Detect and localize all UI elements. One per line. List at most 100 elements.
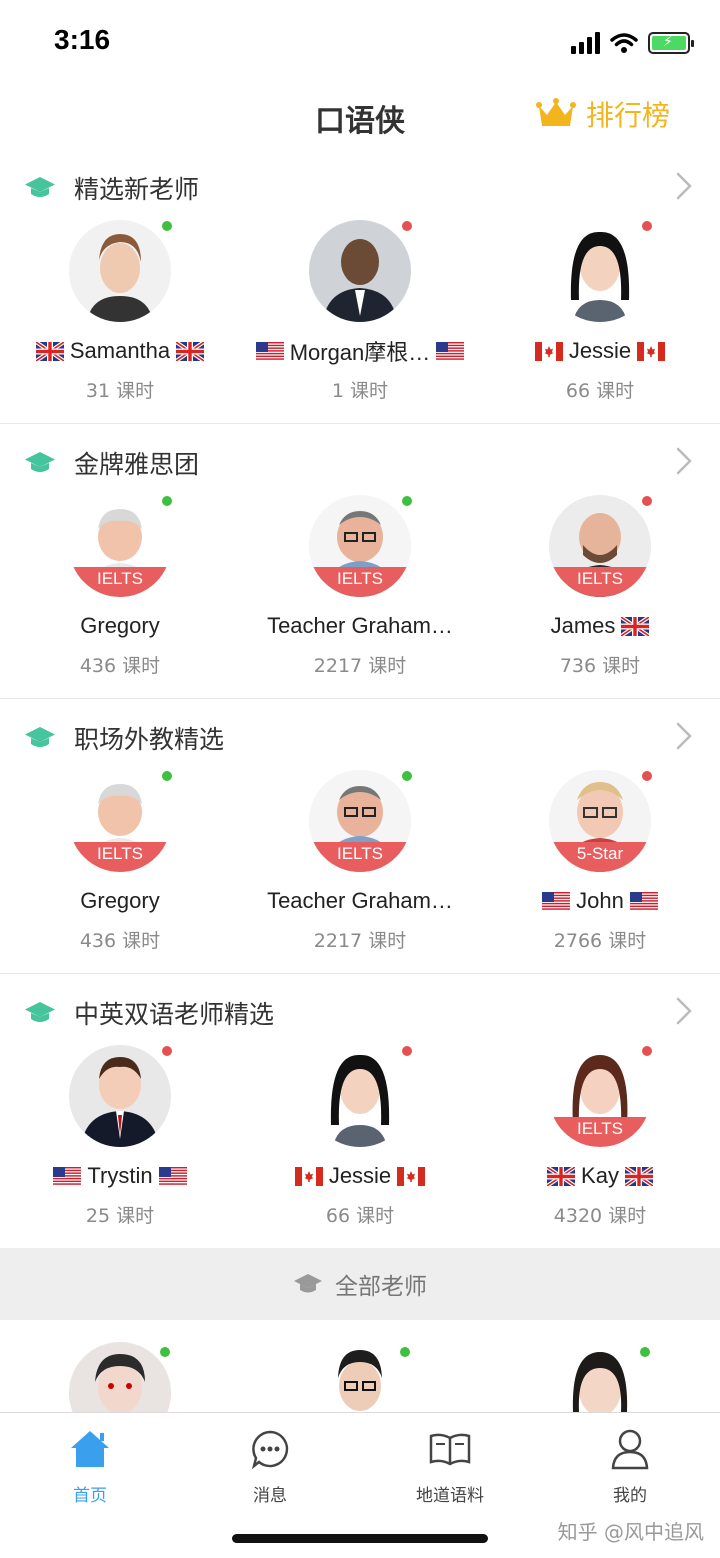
chevron-right-icon[interactable] (676, 722, 692, 750)
online-dot (399, 1346, 411, 1358)
teacher-name-row: Jessie (240, 1159, 480, 1193)
teacher-row: IELTS Gregory 436 课时 IELTS Teacher Graham… 22… (0, 770, 720, 960)
status-dot (641, 1045, 653, 1057)
status-dot (641, 495, 653, 507)
all-teachers-preview (0, 1342, 720, 1414)
teacher-avatar: IELTS (549, 495, 651, 597)
tab-messages[interactable]: 消息 (180, 1425, 360, 1515)
all-teachers-button[interactable]: 全部老师 (0, 1248, 720, 1320)
teacher-name-row: Morgan摩根… (240, 334, 480, 368)
teacher-card[interactable]: Morgan摩根… 1 课时 (240, 220, 480, 410)
teacher-name-row: Teacher Graham… (240, 609, 480, 643)
teacher-name: Kay (581, 1163, 619, 1188)
teacher-avatar (549, 1342, 651, 1414)
section-header[interactable]: 精选新老师 (24, 168, 199, 208)
teacher-card[interactable] (0, 1342, 240, 1414)
teacher-card[interactable]: IELTS Kay 4320 课时 (480, 1045, 720, 1235)
canada-flag-icon (294, 1166, 323, 1186)
wifi-icon (610, 33, 638, 53)
section-title: 中英双语老师精选 (74, 1000, 275, 1029)
status-dot (401, 770, 413, 782)
teacher-card[interactable]: IELTS Gregory 436 课时 (0, 770, 240, 960)
teacher-avatar (309, 1045, 411, 1147)
status-dot (161, 495, 173, 507)
teacher-name-row: James (480, 609, 720, 643)
battery-icon: ⚡ (648, 32, 694, 54)
teacher-avatar: IELTS (69, 495, 171, 597)
teacher-name: Teacher Graham… (267, 888, 453, 913)
teacher-card[interactable] (240, 1342, 480, 1414)
graduation-cap-icon (25, 1002, 55, 1022)
tab-home[interactable]: 首页 (0, 1425, 180, 1515)
us-flag-icon (53, 1166, 82, 1186)
teacher-hours: 1 课时 (331, 380, 389, 402)
status-dot (401, 495, 413, 507)
uk-flag-icon (35, 341, 64, 361)
teacher-card[interactable]: Samantha 31 课时 (0, 220, 240, 410)
section-title: 职场外教精选 (74, 725, 225, 754)
teacher-card[interactable]: Jessie 66 课时 (480, 220, 720, 410)
graduation-cap-icon (25, 177, 55, 197)
teacher-name-row: Jessie (480, 334, 720, 368)
section-header[interactable]: 金牌雅思团 (24, 443, 199, 483)
teacher-hours: 25 课时 (85, 1205, 155, 1227)
teacher-name: John (576, 888, 624, 913)
home-indicator[interactable] (232, 1534, 488, 1543)
teacher-section: 中英双语老师精选 Trystin 25 课时 Jessie 66 课时 IELTS Kay 4… (0, 975, 720, 1249)
teacher-card[interactable]: IELTS Gregory 436 课时 (0, 495, 240, 685)
graduation-cap-icon (25, 452, 55, 472)
status-dot (641, 770, 653, 782)
app-header: 口语侠 排行榜 (0, 86, 720, 152)
status-time: 3:16 (54, 24, 111, 55)
badge-label: IELTS (69, 842, 171, 872)
teacher-hours: 4320 课时 (553, 1205, 647, 1227)
teacher-card[interactable]: 5-Star John 2766 课时 (480, 770, 720, 960)
teacher-card[interactable]: Jessie 66 课时 (240, 1045, 480, 1235)
online-dot (639, 1346, 651, 1358)
teacher-avatar (309, 220, 411, 322)
canada-flag-icon (534, 341, 563, 361)
ranking-button[interactable]: 排行榜 (535, 94, 670, 134)
teacher-card[interactable]: IELTS Teacher Graham… 2217 课时 (240, 495, 480, 685)
teacher-name: James (550, 613, 616, 638)
teacher-name: Teacher Graham… (267, 613, 453, 638)
chevron-right-icon[interactable] (676, 172, 692, 200)
all-teachers-label: 全部老师 (335, 1274, 427, 1300)
teacher-name-row: Kay (480, 1159, 720, 1193)
canada-flag-icon (397, 1166, 426, 1186)
tab-materials[interactable]: 地道语料 (360, 1425, 540, 1515)
section-title: 金牌雅思团 (74, 450, 200, 479)
uk-flag-icon (624, 1166, 653, 1186)
section-header[interactable]: 职场外教精选 (24, 718, 224, 758)
section-title: 精选新老师 (74, 175, 200, 204)
status-bar: 3:16 ⚡ (0, 0, 720, 86)
teacher-avatar (69, 1045, 171, 1147)
section-header[interactable]: 中英双语老师精选 (24, 993, 274, 1033)
watermark: 知乎 @风中追风 (557, 1520, 704, 1544)
teacher-hours: 66 课时 (565, 380, 635, 402)
tab-profile[interactable]: 我的 (540, 1425, 720, 1515)
tab-label: 我的 (613, 1486, 647, 1506)
status-dot (401, 220, 413, 232)
badge-label: IELTS (309, 842, 411, 872)
teacher-card[interactable] (480, 1342, 720, 1414)
teacher-card[interactable]: IELTS James 736 课时 (480, 495, 720, 685)
teacher-hours: 31 课时 (85, 380, 155, 402)
teacher-name-row: John (480, 884, 720, 918)
status-dot (401, 1045, 413, 1057)
book-icon (429, 1433, 471, 1466)
teacher-name: Gregory (80, 613, 160, 638)
teacher-name-row: Trystin (0, 1159, 240, 1193)
teacher-card[interactable]: IELTS Teacher Graham… 2217 课时 (240, 770, 480, 960)
badge-label: IELTS (549, 1117, 651, 1147)
badge-label: IELTS (549, 567, 651, 597)
teacher-name: Jessie (568, 338, 632, 363)
canada-flag-icon (637, 341, 666, 361)
teacher-hours: 436 课时 (79, 655, 161, 677)
teacher-name-row: Gregory (0, 609, 240, 643)
teacher-row: IELTS Gregory 436 课时 IELTS Teacher Graham… 22… (0, 495, 720, 685)
message-icon (251, 1430, 289, 1469)
chevron-right-icon[interactable] (676, 447, 692, 475)
chevron-right-icon[interactable] (676, 997, 692, 1025)
teacher-card[interactable]: Trystin 25 课时 (0, 1045, 240, 1235)
